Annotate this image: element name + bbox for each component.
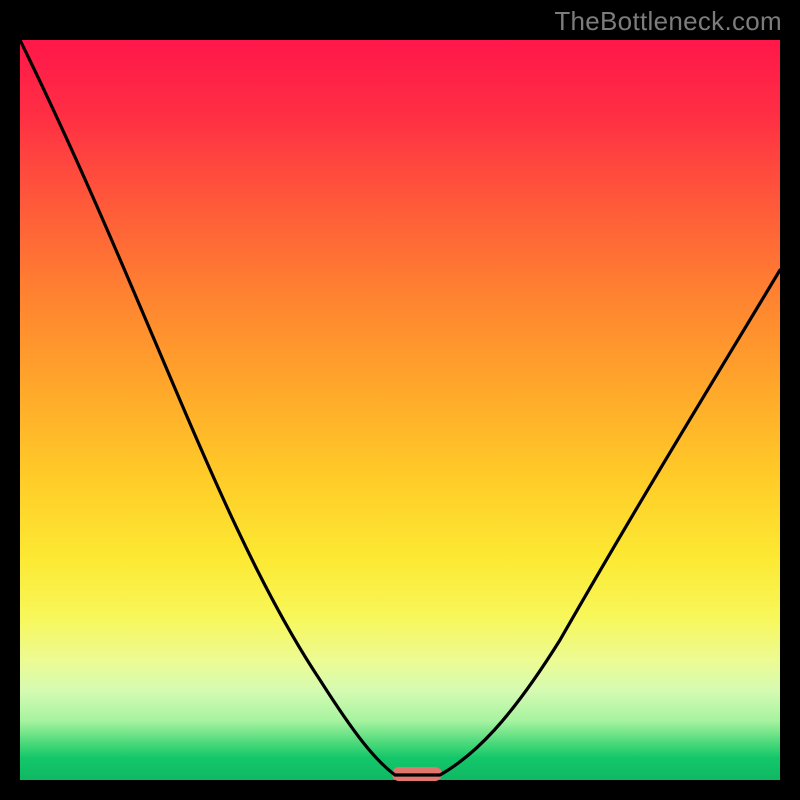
chart-frame: TheBottleneck.com (0, 0, 800, 800)
curve-path (20, 40, 780, 775)
plot-area (20, 40, 780, 780)
watermark-text: TheBottleneck.com (554, 6, 782, 37)
bottleneck-curve (20, 40, 780, 780)
